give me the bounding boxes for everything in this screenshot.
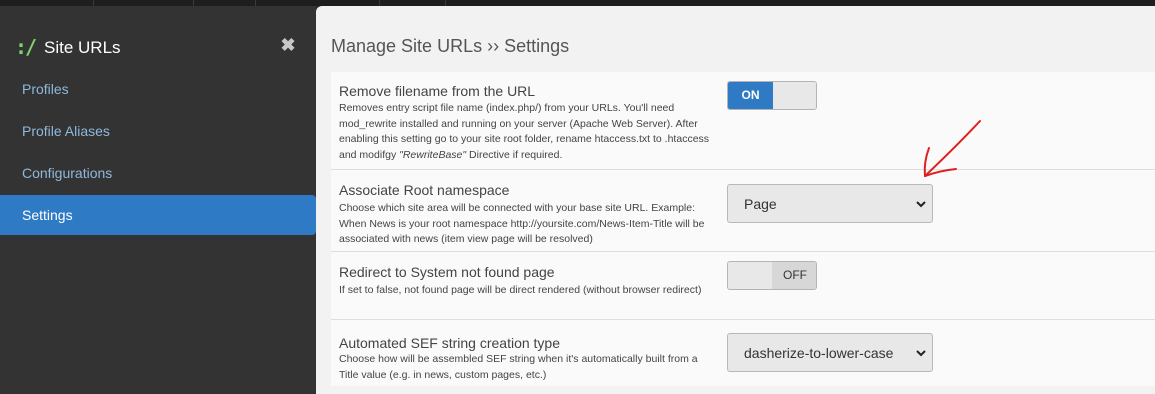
setting-label: Remove filename from the URL xyxy=(339,83,536,99)
select-value: Page xyxy=(744,196,777,212)
setting-description: Removes entry script file name (index.ph… xyxy=(339,101,714,163)
redirect-not-found-toggle[interactable]: OFF xyxy=(727,261,817,290)
toggle-knob xyxy=(728,262,773,289)
setting-description: If set to false, not found page will be … xyxy=(339,284,702,296)
main-panel: Manage Site URLs ›› Settings Remove file… xyxy=(316,6,1155,394)
setting-row-root-namespace: Associate Root namespace Choose which si… xyxy=(331,170,1155,252)
close-icon[interactable]: ✖ xyxy=(279,35,297,55)
sidebar-item-settings[interactable]: Settings xyxy=(0,195,316,235)
sidebar-item-profile-aliases[interactable]: Profile Aliases xyxy=(0,111,316,151)
setting-row-remove-filename: Remove filename from the URL Removes ent… xyxy=(331,72,1155,170)
chevron-down-icon xyxy=(916,201,926,208)
toggle-knob xyxy=(773,82,816,109)
setting-label: Associate Root namespace xyxy=(339,182,510,198)
sidebar-header: :/ Site URLs ✖ xyxy=(0,28,316,68)
chevron-down-icon xyxy=(916,350,926,357)
description-italic: "RewriteBase" xyxy=(399,148,467,161)
toggle-on-label: ON xyxy=(728,82,773,109)
remove-filename-toggle[interactable]: ON xyxy=(727,81,817,110)
setting-row-sef-type: Automated SEF string creation type Choos… xyxy=(331,320,1155,386)
sidebar: :/ Site URLs ✖ Profiles Profile Aliases … xyxy=(0,6,316,394)
setting-description: Choose how will be assembled SEF string … xyxy=(339,353,698,381)
sidebar-title: Site URLs xyxy=(44,38,121,57)
setting-description: Choose which site area will be connected… xyxy=(339,202,705,245)
root-namespace-select[interactable]: Page xyxy=(727,184,933,223)
sidebar-item-profiles[interactable]: Profiles xyxy=(0,69,316,109)
page-title: Manage Site URLs ›› Settings xyxy=(331,36,570,56)
setting-label: Automated SEF string creation type xyxy=(339,335,560,351)
sef-type-select[interactable]: dasherize-to-lower-case xyxy=(727,333,933,372)
sidebar-item-configurations[interactable]: Configurations xyxy=(0,153,316,193)
logo-icon: :/ xyxy=(15,35,37,59)
select-value: dasherize-to-lower-case xyxy=(744,345,894,361)
red-arrow-annotation xyxy=(923,120,981,177)
toggle-off-label: OFF xyxy=(772,262,816,289)
settings-list: Remove filename from the URL Removes ent… xyxy=(331,72,1155,386)
setting-label: Redirect to System not found page xyxy=(339,264,555,280)
description-tail: Directive if required. xyxy=(466,148,563,161)
setting-row-redirect-not-found: Redirect to System not found page If set… xyxy=(331,252,1155,320)
